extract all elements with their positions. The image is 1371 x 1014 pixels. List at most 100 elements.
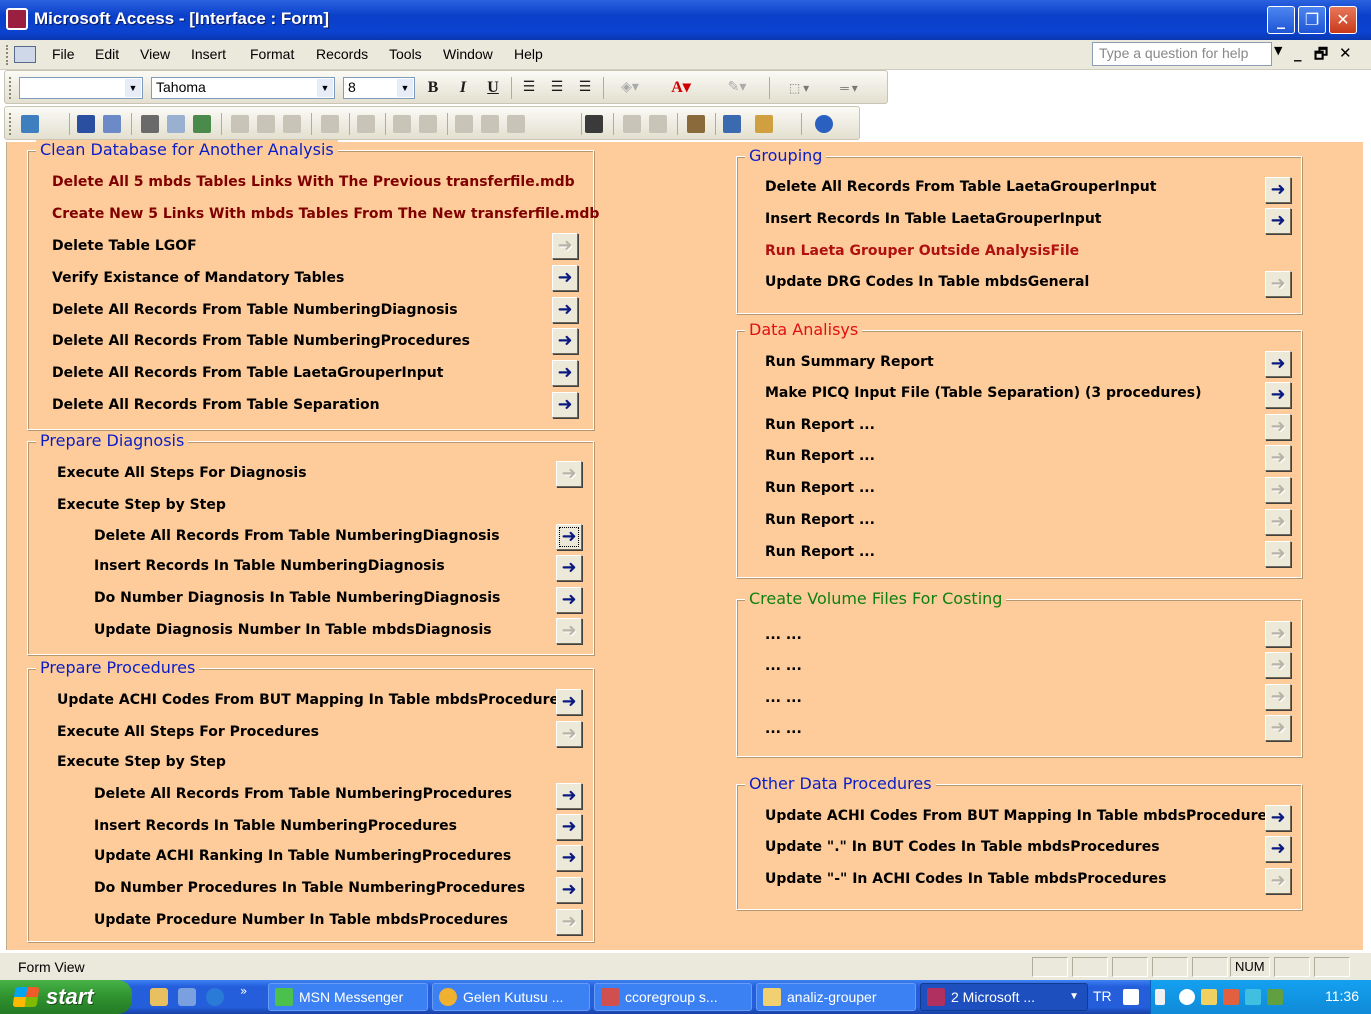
menu-file[interactable]: File <box>52 46 75 62</box>
menu-tools[interactable]: Tools <box>389 46 422 62</box>
start-button[interactable]: start <box>0 980 132 1014</box>
toolbar-grip[interactable] <box>9 77 12 99</box>
minimize-button[interactable]: _ <box>1267 6 1295 34</box>
filter-by-selection-icon[interactable] <box>455 115 473 133</box>
fill-color-icon[interactable]: ◈▾ <box>613 78 647 98</box>
volume-3-button[interactable]: ➜ <box>1265 684 1291 710</box>
menu-edit[interactable]: Edit <box>95 46 119 62</box>
italic-button[interactable]: I <box>453 78 473 98</box>
file-search-icon[interactable] <box>103 115 121 133</box>
app-tray-icon[interactable] <box>1267 989 1283 1005</box>
internet-explorer-icon[interactable] <box>206 988 224 1006</box>
diagnosis-insert-button[interactable]: ➜ <box>556 555 582 581</box>
find-icon[interactable] <box>585 115 603 133</box>
cut-icon[interactable] <box>231 115 249 133</box>
volume-1-button[interactable]: ➜ <box>1265 621 1291 647</box>
delete-numbering-procedures-button[interactable]: ➜ <box>552 328 578 354</box>
procedures-ranking-button[interactable]: ➜ <box>556 845 582 871</box>
task-msn-messenger[interactable]: MSN Messenger <box>268 983 428 1011</box>
network-tray-icon[interactable] <box>1245 989 1261 1005</box>
menu-window[interactable]: Window <box>443 46 493 62</box>
database-window-icon[interactable] <box>723 115 741 133</box>
delete-laeta-input-button[interactable]: ➜ <box>552 360 578 386</box>
align-right-icon[interactable]: ☰ <box>575 78 595 98</box>
quicklaunch-more-icon[interactable]: » <box>240 984 254 1002</box>
other-update-achi-dash-button[interactable]: ➜ <box>1265 868 1291 894</box>
underline-button[interactable]: U <box>483 78 503 98</box>
copy-icon[interactable] <box>257 115 275 133</box>
mdi-minimize-button[interactable]: _ <box>1294 44 1302 62</box>
task-microsoft-access[interactable]: 2 Microsoft ... ▼ <box>920 983 1088 1011</box>
properties-icon[interactable] <box>687 115 705 133</box>
procedures-update-number-button[interactable]: ➜ <box>556 909 582 935</box>
mdi-close-button[interactable]: ✕ <box>1339 44 1352 62</box>
other-update-but-dot-button[interactable]: ➜ <box>1265 836 1291 862</box>
chevron-down-icon[interactable]: ▼ <box>317 79 333 97</box>
analysis-report-1-button[interactable]: ➜ <box>1265 414 1291 440</box>
font-size-combo[interactable]: 8 ▼ <box>343 77 415 99</box>
tray-icon[interactable] <box>1155 989 1165 1005</box>
filter-by-form-icon[interactable] <box>481 115 499 133</box>
procedures-delete-button[interactable]: ➜ <box>556 783 582 809</box>
menu-records[interactable]: Records <box>316 46 368 62</box>
procedures-insert-button[interactable]: ➜ <box>556 814 582 840</box>
form-doc-icon[interactable] <box>14 46 36 63</box>
object-combo[interactable]: ▼ <box>19 77 143 99</box>
grouping-delete-button[interactable]: ➜ <box>1265 177 1291 203</box>
verify-tables-button[interactable]: ➜ <box>552 265 578 291</box>
grouping-update-drg-button[interactable]: ➜ <box>1265 271 1291 297</box>
volume-2-button[interactable]: ➜ <box>1265 652 1291 678</box>
chevron-down-icon[interactable]: ▼ <box>125 79 141 97</box>
diagnosis-update-button[interactable]: ➜ <box>556 618 582 644</box>
align-center-icon[interactable]: ☰ <box>547 78 567 98</box>
toolbar-grip[interactable] <box>9 113 12 135</box>
spelling-icon[interactable] <box>193 115 211 133</box>
task-ccoregroup[interactable]: ccoregroup s... <box>594 983 752 1011</box>
print-preview-icon[interactable] <box>167 115 185 133</box>
diagnosis-number-button[interactable]: ➜ <box>556 587 582 613</box>
users-tray-icon[interactable] <box>1223 989 1239 1005</box>
line-color-icon[interactable]: ✎▾ <box>717 78 757 98</box>
chevron-down-icon[interactable]: ▼ <box>1069 984 1079 1010</box>
menu-insert[interactable]: Insert <box>191 46 226 62</box>
language-indicator[interactable]: TR <box>1093 988 1112 1004</box>
help-dropdown-icon[interactable]: ▼ <box>1274 44 1282 57</box>
font-combo[interactable]: Tahoma ▼ <box>151 77 335 99</box>
new-object-icon[interactable] <box>755 115 773 133</box>
procedures-update-achi-button[interactable]: ➜ <box>556 689 582 715</box>
procedures-execute-all-button[interactable]: ➜ <box>556 721 582 747</box>
delete-separation-button[interactable]: ➜ <box>552 392 578 418</box>
font-color-icon[interactable]: A▾ <box>661 78 701 98</box>
help-question-input[interactable]: Type a question for help <box>1092 42 1272 66</box>
view-icon[interactable] <box>21 115 39 133</box>
apply-filter-icon[interactable] <box>507 115 525 133</box>
mail-tray-icon[interactable] <box>1201 989 1217 1005</box>
align-left-icon[interactable]: ☰ <box>519 78 539 98</box>
show-desktop-icon[interactable] <box>150 988 168 1006</box>
chevron-down-icon[interactable]: ▼ <box>397 79 413 97</box>
diagnosis-delete-button[interactable]: ➜ <box>556 524 582 550</box>
analysis-summary-button[interactable]: ➜ <box>1265 351 1291 377</box>
analysis-report-4-button[interactable]: ➜ <box>1265 509 1291 535</box>
analysis-picq-button[interactable]: ➜ <box>1265 382 1291 408</box>
other-update-achi-button[interactable]: ➜ <box>1265 805 1291 831</box>
task-analiz-grouper[interactable]: analiz-grouper <box>756 983 916 1011</box>
volume-4-button[interactable]: ➜ <box>1265 715 1291 741</box>
sort-descending-icon[interactable] <box>419 115 437 133</box>
menu-view[interactable]: View <box>140 46 170 62</box>
save-icon[interactable] <box>77 115 95 133</box>
help-icon[interactable] <box>815 115 833 133</box>
paste-icon[interactable] <box>283 115 301 133</box>
diagnosis-execute-all-button[interactable]: ➜ <box>556 461 582 487</box>
grouping-insert-button[interactable]: ➜ <box>1265 208 1291 234</box>
procedures-number-button[interactable]: ➜ <box>556 877 582 903</box>
delete-record-icon[interactable] <box>649 115 667 133</box>
bold-button[interactable]: B <box>423 78 443 98</box>
sort-ascending-icon[interactable] <box>393 115 411 133</box>
mdi-restore-button[interactable]: 🗗 <box>1314 44 1328 69</box>
menu-grip[interactable] <box>6 45 9 65</box>
menu-help[interactable]: Help <box>514 46 543 62</box>
analysis-report-5-button[interactable]: ➜ <box>1265 541 1291 567</box>
restore-button[interactable]: ❐ <box>1298 6 1326 34</box>
task-gelen-kutusu[interactable]: Gelen Kutusu ... <box>432 983 590 1011</box>
